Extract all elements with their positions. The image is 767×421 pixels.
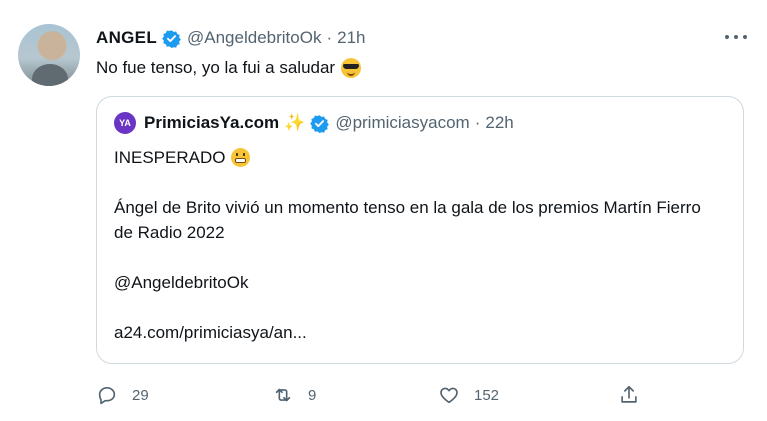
tweet-text-content: No fue tenso, yo la fui a saludar [96, 58, 336, 77]
tweet: ANGEL @AngeldebritoOk · 21h No fue tenso… [0, 0, 767, 421]
heart-icon [440, 387, 458, 404]
quoted-tweet-body: INESPERADO Ángel de Brito vivió un momen… [114, 145, 724, 345]
author-name[interactable]: ANGEL [96, 28, 157, 48]
separator: · [474, 113, 481, 132]
like-button[interactable]: 152 [438, 381, 499, 409]
quoted-text-line: INESPERADO [114, 145, 724, 170]
reply-button[interactable]: 29 [96, 381, 149, 409]
timestamp[interactable]: 21h [337, 28, 365, 48]
quoted-tweet[interactable]: YA PrimiciasYa.com ✨ @primiciasyacom · 2… [96, 96, 744, 364]
share-button[interactable] [618, 381, 654, 409]
sparkles-icon: ✨ [284, 113, 306, 132]
author-handle[interactable]: @AngeldebritoOk [187, 28, 321, 48]
tweet-actions: 29 9 152 [96, 381, 656, 409]
quoted-text-line: Ángel de Brito vivió un momento tenso en… [114, 198, 701, 242]
more-options-icon[interactable] [725, 30, 747, 44]
tweet-header: ANGEL @AngeldebritoOk · 21h [96, 26, 366, 50]
quoted-author-handle: @primiciasyacom [335, 113, 470, 132]
quoted-mention: @AngeldebritoOk [114, 273, 249, 292]
retweet-count: 9 [308, 386, 317, 404]
grimacing-emoji-icon [231, 148, 251, 167]
reply-icon [98, 387, 116, 405]
quoted-timestamp: 22h [485, 113, 514, 132]
reply-count: 29 [132, 386, 149, 404]
tweet-text: No fue tenso, yo la fui a saludar [96, 58, 362, 78]
separator: · [326, 28, 333, 47]
like-count: 152 [474, 386, 500, 404]
quoted-author-name: PrimiciasYa.com [144, 113, 280, 132]
verified-badge-icon [310, 114, 330, 133]
quoted-tweet-header: YA PrimiciasYa.com ✨ @primiciasyacom · 2… [114, 111, 514, 135]
quoted-headline: INESPERADO [114, 148, 226, 167]
retweet-button[interactable]: 9 [272, 381, 316, 409]
verified-badge-icon [162, 29, 181, 48]
retweet-icon [275, 388, 291, 402]
quoted-link: a24.com/primiciasya/an... [114, 323, 307, 342]
avatar[interactable] [18, 24, 80, 86]
quoted-avatar: YA [114, 112, 136, 134]
share-icon [621, 385, 637, 403]
sunglasses-emoji-icon [341, 58, 362, 78]
